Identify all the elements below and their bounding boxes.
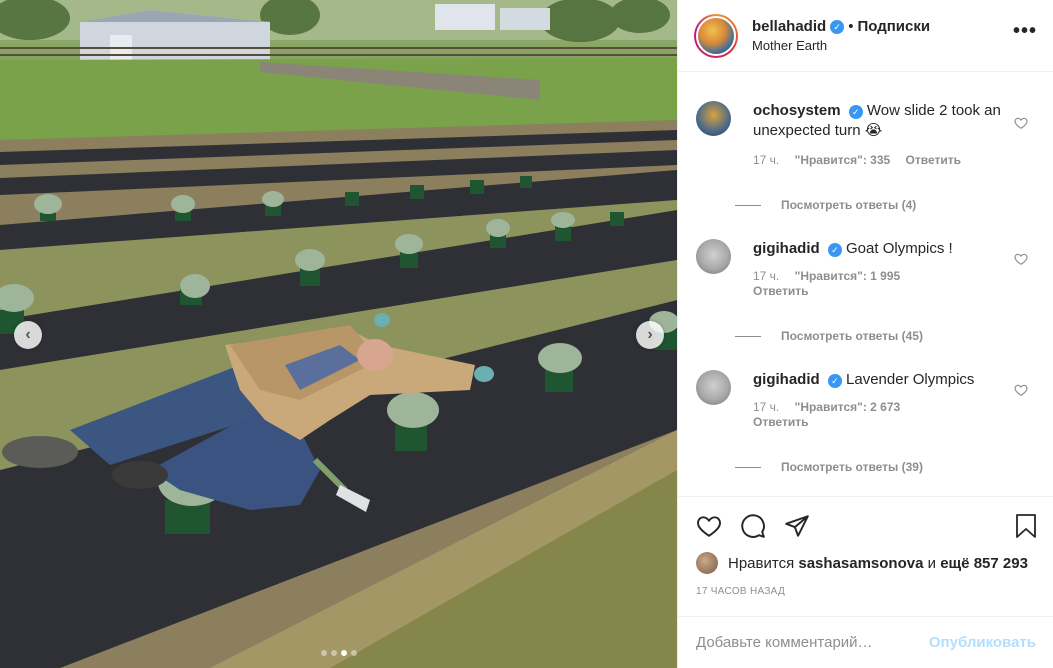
reply-button[interactable]: Ответить bbox=[753, 284, 808, 298]
view-replies-label: Посмотреть ответы (45) bbox=[781, 329, 923, 343]
carousel-next-button[interactable]: › bbox=[636, 321, 664, 349]
comment-likes[interactable]: "Нравится": 1 995 bbox=[795, 269, 901, 283]
post-side-panel: bellahadid ✓ • Подписки Mother Earth •••… bbox=[677, 0, 1053, 668]
reply-button[interactable]: Ответить bbox=[753, 415, 808, 429]
comment-time[interactable]: 17 ч. bbox=[753, 153, 779, 167]
replies-divider bbox=[735, 204, 761, 206]
author-info: bellahadid ✓ • Подписки Mother Earth bbox=[752, 18, 1013, 53]
photo-illustration bbox=[0, 0, 677, 668]
more-icon[interactable]: ••• bbox=[1013, 20, 1037, 43]
carousel-indicator bbox=[0, 650, 677, 656]
comment-text: Goat Olympics ! bbox=[846, 240, 953, 257]
commenter-avatar[interactable] bbox=[696, 239, 731, 274]
comment-body: gigihadid ✓ Lavender Olympics 17 ч. "Нра… bbox=[753, 370, 1013, 430]
heart-icon[interactable] bbox=[1014, 116, 1028, 130]
comment-meta: 17 ч. "Нравится": 1 995 Ответить bbox=[753, 269, 1013, 299]
liker-username[interactable]: sashasamsonova bbox=[798, 555, 923, 572]
commenter-avatar[interactable] bbox=[696, 101, 731, 136]
heart-icon[interactable] bbox=[1014, 252, 1028, 266]
comment-likes[interactable]: "Нравится": 2 673 bbox=[795, 400, 901, 414]
carousel-dot-active bbox=[340, 650, 347, 656]
replies-divider bbox=[735, 466, 761, 468]
separator-dot: • bbox=[848, 18, 854, 35]
post-header: bellahadid ✓ • Подписки Mother Earth ••• bbox=[678, 0, 1053, 72]
verified-icon: ✓ bbox=[827, 243, 842, 257]
comment-body: ochosystem ✓ Wow slide 2 took an unexpec… bbox=[753, 101, 1013, 168]
heart-icon[interactable] bbox=[1014, 383, 1028, 397]
likes-count[interactable]: ещё 857 293 bbox=[940, 555, 1028, 572]
verified-icon: ✓ bbox=[848, 105, 863, 119]
view-replies-button[interactable]: Посмотреть ответы (45) bbox=[735, 329, 923, 343]
share-icon[interactable] bbox=[784, 513, 810, 539]
comment-meta: 17 ч. "Нравится": 335 Ответить bbox=[753, 153, 1013, 168]
likes-conjunction: и bbox=[927, 554, 937, 572]
publish-button[interactable]: Опубликовать bbox=[929, 634, 1036, 651]
replies-divider bbox=[735, 335, 761, 337]
commenter-avatar[interactable] bbox=[696, 370, 731, 405]
comment-input[interactable] bbox=[696, 634, 929, 651]
carousel-dot bbox=[350, 650, 357, 656]
comment-likes[interactable]: "Нравится": 335 bbox=[795, 153, 891, 167]
chevron-right-icon: › bbox=[647, 326, 653, 343]
comment-username[interactable]: ochosystem bbox=[753, 102, 841, 119]
comment-username[interactable]: gigihadid bbox=[753, 240, 820, 257]
comment-username[interactable]: gigihadid bbox=[753, 371, 820, 388]
post-actions: Нравится sashasamsonova и ещё 857 293 17… bbox=[678, 496, 1053, 616]
reply-button[interactable]: Ответить bbox=[906, 153, 961, 167]
chevron-left-icon: ‹ bbox=[25, 326, 31, 343]
verified-icon: ✓ bbox=[830, 19, 845, 34]
comment-icon[interactable] bbox=[740, 513, 766, 539]
comment-meta: 17 ч. "Нравится": 2 673 Ответить bbox=[753, 400, 1013, 430]
likes-prefix: Нравится bbox=[728, 554, 795, 572]
action-bar bbox=[696, 511, 1038, 541]
liker-avatar[interactable] bbox=[696, 552, 718, 574]
likes-summary: Нравится sashasamsonova и ещё 857 293 bbox=[696, 552, 1038, 574]
author-username[interactable]: bellahadid bbox=[752, 18, 826, 35]
carousel-prev-button[interactable]: ‹ bbox=[14, 321, 42, 349]
view-replies-button[interactable]: Посмотреть ответы (4) bbox=[735, 198, 916, 212]
view-replies-button[interactable]: Посмотреть ответы (39) bbox=[735, 460, 923, 474]
carousel-dot bbox=[330, 650, 337, 656]
bookmark-icon[interactable] bbox=[1014, 513, 1038, 539]
comments-list[interactable]: ochosystem ✓ Wow slide 2 took an unexpec… bbox=[678, 73, 1053, 496]
comment-time[interactable]: 17 ч. bbox=[753, 269, 779, 283]
post-photo[interactable]: ‹ › bbox=[0, 0, 677, 668]
post-location[interactable]: Mother Earth bbox=[752, 38, 1013, 53]
following-button[interactable]: Подписки bbox=[857, 18, 930, 35]
post-timestamp[interactable]: 17 ЧАСОВ НАЗАД bbox=[696, 586, 1038, 597]
view-replies-label: Посмотреть ответы (4) bbox=[781, 198, 917, 212]
verified-icon: ✓ bbox=[827, 374, 842, 388]
avatar-image bbox=[696, 15, 736, 56]
comment-time[interactable]: 17 ч. bbox=[753, 400, 779, 414]
comment-body: gigihadid ✓ Goat Olympics ! 17 ч. "Нрави… bbox=[753, 239, 1013, 299]
author-avatar[interactable] bbox=[694, 13, 738, 58]
add-comment-bar: Опубликовать bbox=[678, 616, 1053, 668]
view-replies-label: Посмотреть ответы (39) bbox=[781, 460, 923, 474]
comment-text: Lavender Olympics bbox=[846, 371, 975, 388]
carousel-dot bbox=[320, 650, 327, 656]
heart-icon[interactable] bbox=[696, 513, 722, 539]
